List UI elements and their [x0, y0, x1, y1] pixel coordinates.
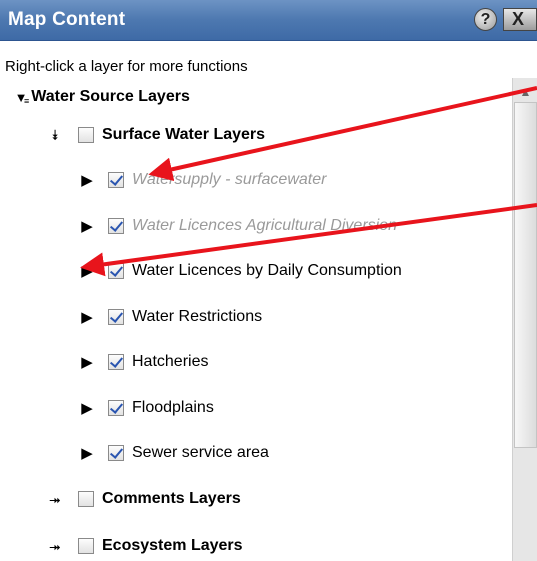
panel-title: Map Content	[8, 9, 126, 30]
layer-label: Watersupply - surfacewater	[132, 171, 327, 188]
layer-row[interactable]: ▶ Sewer service area	[78, 440, 269, 466]
layer-label: Water Licences Agricultural Diversion	[132, 217, 397, 234]
layer-label: Water Restrictions	[132, 308, 263, 325]
layer-checkbox[interactable]	[108, 218, 124, 234]
group-row-surface-water[interactable]: ⯯ Surface Water Layers	[46, 122, 265, 148]
panel-titlebar: Map Content ? X	[0, 0, 537, 41]
layer-row[interactable]: ▶ Water Restrictions	[78, 304, 262, 330]
group-checkbox-ecosystem[interactable]	[78, 538, 94, 554]
group-label: Surface Water Layers	[102, 126, 266, 143]
layer-checkbox[interactable]	[108, 263, 124, 279]
layer-label: Hatcheries	[132, 353, 209, 370]
group-label: Ecosystem Layers	[102, 537, 243, 554]
layer-label: Water Licences by Daily Consumption	[132, 262, 402, 279]
layer-row[interactable]: ▶ Hatcheries	[78, 349, 208, 375]
group-checkbox-surface-water[interactable]	[78, 127, 94, 143]
layer-row[interactable]: ▶ Water Licences by Daily Consumption	[78, 258, 402, 284]
layer-checkbox[interactable]	[108, 354, 124, 370]
expand-icon[interactable]: ▶	[78, 399, 96, 417]
layer-row[interactable]: ▶ Floodplains	[78, 395, 214, 421]
expand-icon[interactable]: ▶	[78, 262, 96, 280]
scrollbar-thumb[interactable]	[514, 102, 537, 448]
layer-row[interactable]: ▶ Water Licences Agricultural Diversion	[78, 213, 397, 239]
layer-list-icon: ≡	[24, 96, 30, 106]
group-label: Comments Layers	[102, 490, 241, 507]
close-icon[interactable]: X	[503, 8, 537, 31]
layer-label: Floodplains	[132, 399, 214, 416]
hint-text: Right-click a layer for more functions	[5, 58, 248, 75]
layer-checkbox[interactable]	[108, 309, 124, 325]
layer-checkbox[interactable]	[108, 172, 124, 188]
layer-row[interactable]: ▶ Watersupply - surfacewater	[78, 167, 326, 193]
group-row-ecosystem[interactable]: ⯮ Ecosystem Layers	[46, 533, 243, 559]
help-icon[interactable]: ?	[474, 8, 497, 31]
double-chevron-right-icon[interactable]: ⯮	[46, 491, 64, 508]
expand-icon[interactable]: ▶	[78, 444, 96, 462]
group-checkbox-comments[interactable]	[78, 491, 94, 507]
layer-checkbox[interactable]	[108, 400, 124, 416]
group-row-comments[interactable]: ⯮ Comments Layers	[46, 486, 241, 512]
expand-icon[interactable]: ▶	[78, 171, 96, 189]
layer-checkbox[interactable]	[108, 445, 124, 461]
tree-root-row[interactable]: ▼ ≡ Water Source Layers	[12, 84, 190, 110]
expand-icon[interactable]: ▶	[78, 353, 96, 371]
scroll-up-arrow-icon[interactable]: ▲	[514, 82, 537, 102]
double-chevron-down-icon[interactable]: ⯯	[46, 127, 64, 144]
double-chevron-right-icon[interactable]: ⯮	[46, 538, 64, 555]
expand-icon[interactable]: ▶	[78, 308, 96, 326]
layer-label: Sewer service area	[132, 444, 269, 461]
tree-root-label: Water Source Layers	[31, 88, 190, 105]
expand-icon[interactable]: ▶	[78, 217, 96, 235]
